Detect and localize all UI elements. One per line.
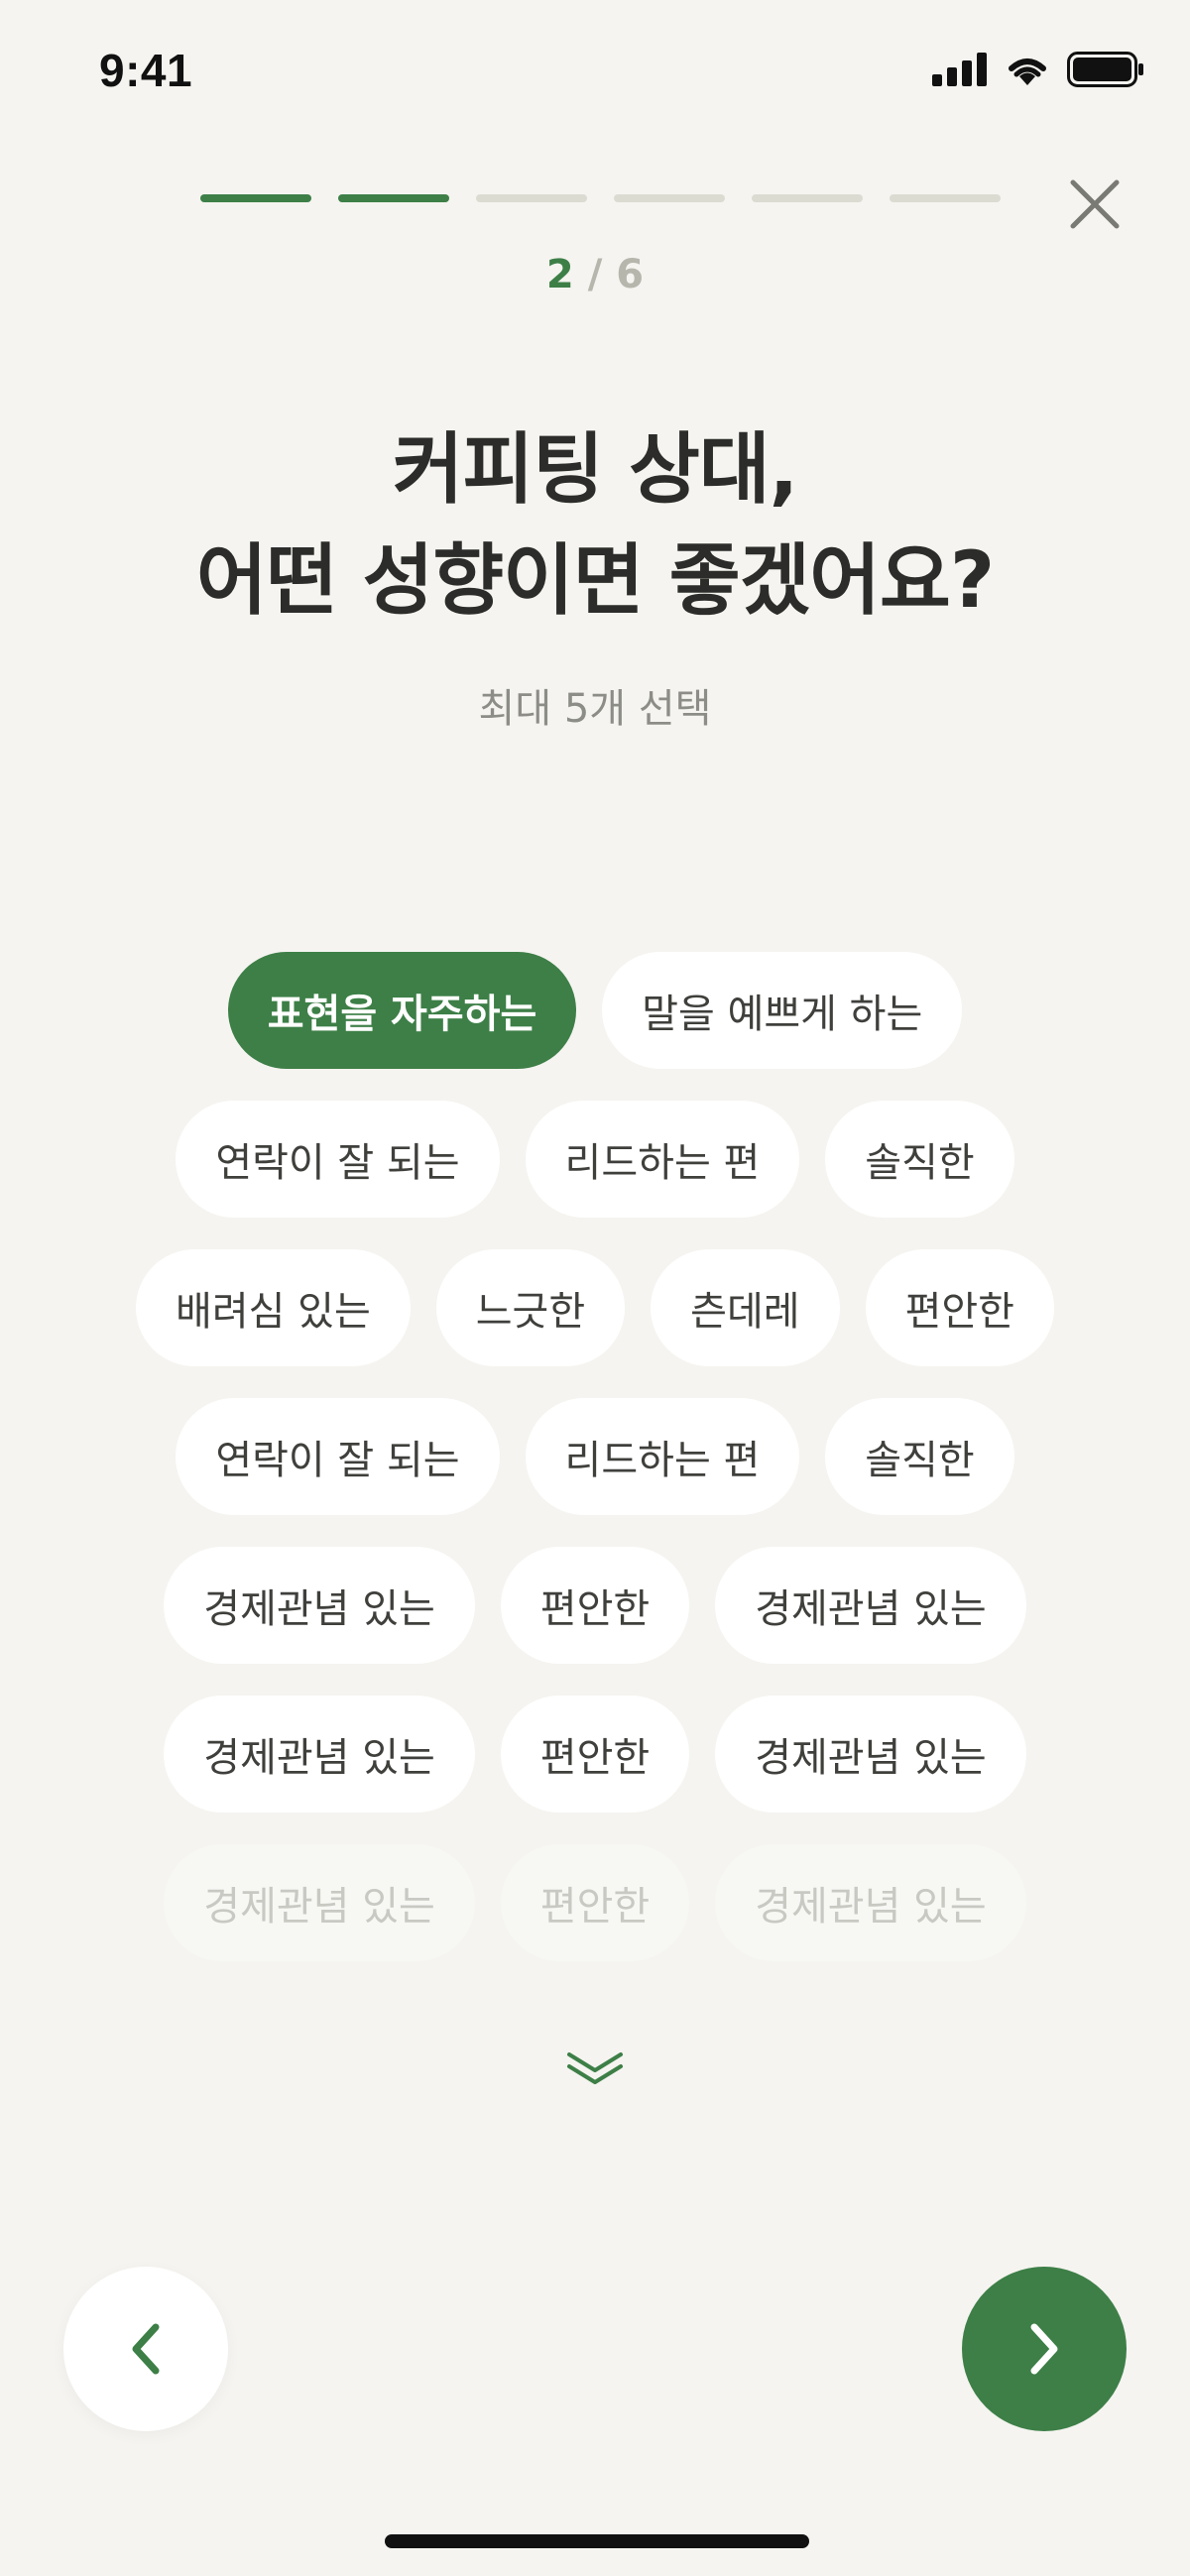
- step-separator: /: [573, 252, 617, 297]
- trait-chip[interactable]: 경제관념 있는: [715, 1844, 1026, 1961]
- battery-icon: [1067, 52, 1143, 87]
- close-button[interactable]: [1065, 175, 1125, 234]
- progress-segment: [338, 194, 449, 202]
- trait-chip[interactable]: 솔직한: [825, 1398, 1014, 1515]
- chip-row: 배려심 있는 느긋한 츤데레 편안한: [0, 1249, 1190, 1366]
- trait-chip[interactable]: 느긋한: [435, 1249, 626, 1366]
- trait-chip[interactable]: 편안한: [500, 1696, 690, 1813]
- question-title: 커피팅 상대, 어떤 성향이면 좋겠어요?: [0, 414, 1190, 637]
- next-button[interactable]: [962, 2267, 1127, 2431]
- progress-bar: [200, 194, 1001, 202]
- trait-chip[interactable]: 경제관념 있는: [715, 1696, 1026, 1813]
- status-icons: [932, 52, 1144, 87]
- chip-row: 연락이 잘 되는 리드하는 편 솔직한: [0, 1101, 1190, 1218]
- trait-chip[interactable]: 리드하는 편: [525, 1101, 800, 1218]
- trait-chip-selected[interactable]: 표현을 자주하는: [227, 952, 577, 1069]
- trait-chip[interactable]: 편안한: [865, 1249, 1054, 1366]
- trait-chip[interactable]: 츤데레: [651, 1249, 840, 1366]
- status-time: 9:41: [99, 45, 193, 96]
- cellular-signal-icon: [932, 53, 987, 86]
- question-title-line-1: 커피팅 상대,: [392, 425, 799, 515]
- progress-segment: [752, 194, 863, 202]
- step-total: 6: [616, 252, 645, 297]
- back-button[interactable]: [63, 2267, 228, 2431]
- wifi-icon: [1009, 59, 1046, 85]
- progress-segment: [890, 194, 1001, 202]
- trait-chip[interactable]: 경제관념 있는: [164, 1547, 475, 1664]
- trait-chip[interactable]: 경제관념 있는: [164, 1696, 475, 1813]
- chevron-left-icon: [132, 2323, 160, 2375]
- progress-segment: [476, 194, 587, 202]
- step-counter: 2 / 6: [0, 252, 1190, 297]
- trait-chip[interactable]: 경제관념 있는: [715, 1547, 1026, 1664]
- trait-chip[interactable]: 배려심 있는: [136, 1249, 411, 1366]
- trait-chip[interactable]: 편안한: [500, 1844, 690, 1961]
- double-chevron-down-icon: [567, 2052, 623, 2084]
- status-bar: 9:41: [0, 0, 1190, 149]
- trait-chip[interactable]: 연락이 잘 되는: [176, 1101, 500, 1218]
- selection-limit-hint: 최대 5개 선택: [478, 686, 712, 732]
- trait-chip[interactable]: 편안한: [500, 1547, 690, 1664]
- progress-segment: [614, 194, 725, 202]
- chevron-right-icon: [1030, 2323, 1058, 2375]
- chip-row: 경제관념 있는 편안한 경제관념 있는: [0, 1696, 1190, 1813]
- trait-chip[interactable]: 솔직한: [825, 1101, 1014, 1218]
- home-indicator: [385, 2534, 809, 2548]
- chip-row: 표현을 자주하는 말을 예쁘게 하는: [0, 952, 1190, 1069]
- step-current: 2: [545, 252, 574, 297]
- chip-row: 경제관념 있는 편안한 경제관념 있는: [0, 1547, 1190, 1664]
- progress-segment: [200, 194, 311, 202]
- trait-chip[interactable]: 리드하는 편: [525, 1398, 800, 1515]
- trait-chip[interactable]: 경제관념 있는: [164, 1844, 475, 1961]
- close-icon: [1070, 179, 1120, 229]
- question-title-line-2: 어떤 성향이면 좋겠어요?: [195, 536, 995, 626]
- chip-row: 연락이 잘 되는 리드하는 편 솔직한: [0, 1398, 1190, 1515]
- trait-chip[interactable]: 연락이 잘 되는: [176, 1398, 500, 1515]
- chip-row: 경제관념 있는 편안한 경제관념 있는: [0, 1844, 1190, 1961]
- trait-chip[interactable]: 말을 예쁘게 하는: [602, 952, 963, 1069]
